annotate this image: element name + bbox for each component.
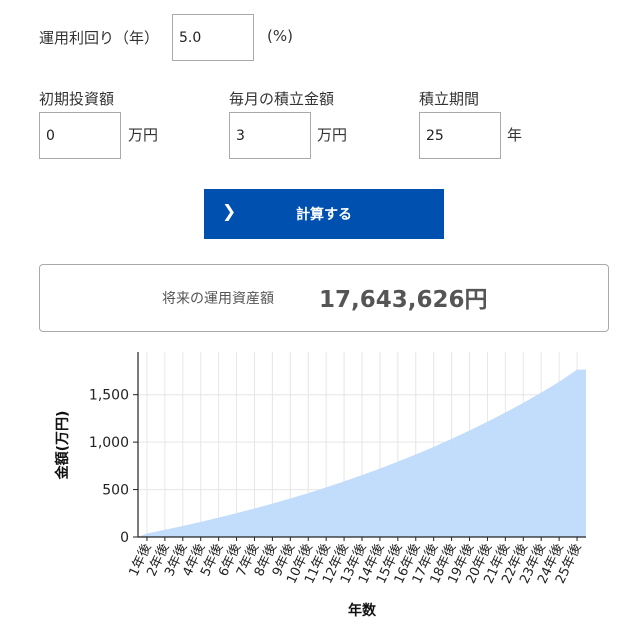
y-tick-labels: 0 500 1,000 1,500 <box>89 388 129 546</box>
calculate-button-label: 計算する <box>296 207 352 223</box>
initial-investment-unit: 万円 <box>128 126 159 144</box>
monthly-amount-input[interactable] <box>229 112 311 159</box>
result-value: 17,643,626円 <box>319 287 488 313</box>
y-axis-label: 金額(万円) <box>54 411 71 481</box>
y-tick-label: 1,000 <box>89 435 129 451</box>
x-axis-label: 年数 <box>348 602 377 619</box>
monthly-amount-label: 毎月の積立金額 <box>229 90 335 108</box>
result-box: 将来の運用資産額 17,643,626円 <box>39 264 609 332</box>
y-tick-label: 500 <box>102 483 129 499</box>
yield-unit: (%) <box>267 27 293 45</box>
calculate-button[interactable]: ❯ 計算する <box>204 189 444 239</box>
period-input[interactable] <box>419 112 501 159</box>
yield-input[interactable] <box>172 14 254 61</box>
monthly-amount-unit: 万円 <box>317 126 348 144</box>
y-tick-label: 0 <box>120 530 129 546</box>
y-tick-label: 1,500 <box>89 388 129 404</box>
initial-investment-label: 初期投資額 <box>39 90 115 108</box>
period-unit: 年 <box>507 126 523 144</box>
result-label: 将来の運用資産額 <box>162 291 274 307</box>
x-tick-labels: 1年後2年後3年後4年後5年後6年後7年後8年後9年後10年後11年後12年後1… <box>127 541 585 586</box>
asset-growth-chart: 0 500 1,000 1,500 1年後 2年後 3年後 4年後 5年後 6年後 7年後 8年後 9… <box>0 340 630 629</box>
chart-svg: 0 500 1,000 1,500 1年後2年後3年後4年後5年後6年後7年後8年後9… <box>54 352 586 619</box>
initial-investment-input[interactable] <box>39 112 121 159</box>
period-label: 積立期間 <box>419 90 480 108</box>
yield-label: 運用利回り（年） <box>39 29 160 47</box>
simulator-page: 運用利回り（年） (%) 初期投資額 万円 毎月の積立金額 万円 積立期間 年 … <box>0 0 630 629</box>
